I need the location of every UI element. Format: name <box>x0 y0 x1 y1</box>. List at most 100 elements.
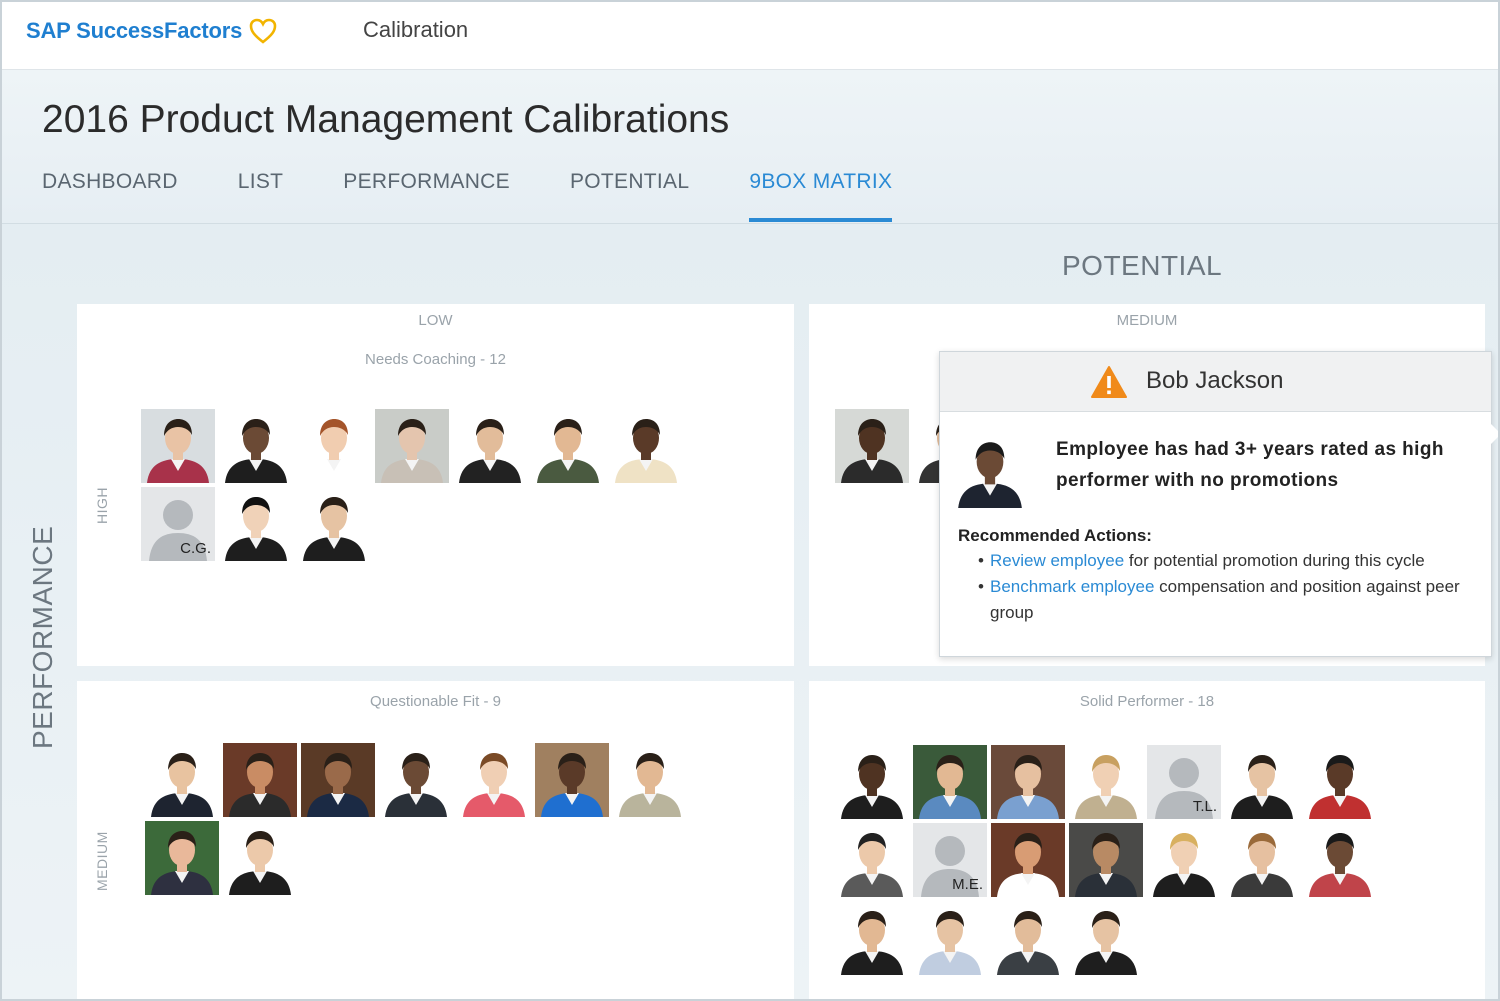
recommended-actions-list: Review employee for potential promotion … <box>978 548 1478 626</box>
person-silhouette-icon <box>991 745 1065 819</box>
employee-photo-grid: T.L. M.E. <box>835 745 1377 975</box>
employee-photo[interactable] <box>457 743 531 817</box>
tab-bar: DASHBOARD LIST PERFORMANCE POTENTIAL 9BO… <box>42 170 952 222</box>
tab-performance[interactable]: PERFORMANCE <box>343 170 510 222</box>
employee-photo[interactable] <box>609 409 683 483</box>
employee-photo[interactable] <box>535 743 609 817</box>
person-silhouette-icon <box>1069 823 1143 897</box>
person-silhouette-icon <box>1225 745 1299 819</box>
person-silhouette-icon <box>219 487 293 561</box>
alert-message: Employee has had 3+ years rated as high … <box>1056 439 1444 491</box>
employee-name: Bob Jackson <box>1146 367 1284 394</box>
person-silhouette-icon <box>835 901 909 975</box>
employee-photo[interactable] <box>1147 823 1221 897</box>
employee-photo-placeholder[interactable]: M.E. <box>913 823 987 897</box>
recommended-actions-label: Recommended Actions: <box>958 526 1152 545</box>
page-title: 2016 Product Management Calibrations <box>42 98 730 141</box>
tab-dashboard[interactable]: DASHBOARD <box>42 170 178 222</box>
employee-photo[interactable] <box>219 409 293 483</box>
employee-photo[interactable] <box>145 821 219 895</box>
employee-photo-placeholder[interactable]: T.L. <box>1147 745 1221 819</box>
employee-avatar <box>952 432 1028 508</box>
logo[interactable]: SAP SuccessFactors <box>26 16 278 46</box>
heart-icon <box>249 18 277 44</box>
employee-photo[interactable] <box>453 409 527 483</box>
employee-alert-popover: Bob Jackson Employee has had 3+ years ra… <box>939 351 1498 657</box>
employee-photo[interactable] <box>1303 745 1377 819</box>
employee-photo[interactable] <box>145 743 219 817</box>
person-silhouette-icon <box>613 743 687 817</box>
tab-list[interactable]: LIST <box>238 170 284 222</box>
employee-photo[interactable] <box>991 745 1065 819</box>
person-silhouette-icon <box>141 409 215 483</box>
person-silhouette-icon <box>145 743 219 817</box>
person-silhouette-icon <box>1069 901 1143 975</box>
employee-photo[interactable] <box>913 901 987 975</box>
employee-photo[interactable] <box>219 487 293 561</box>
person-silhouette-icon <box>1303 823 1377 897</box>
app-title[interactable]: Calibration <box>363 17 468 43</box>
benchmark-employee-link[interactable]: Benchmark employee <box>990 577 1154 596</box>
review-employee-link[interactable]: Review employee <box>990 551 1124 570</box>
employee-photo[interactable] <box>297 409 371 483</box>
employee-photo[interactable] <box>835 745 909 819</box>
person-silhouette-icon <box>297 409 371 483</box>
action-item: Review employee for potential promotion … <box>978 548 1478 574</box>
person-silhouette-icon <box>835 823 909 897</box>
employee-photo[interactable] <box>1303 823 1377 897</box>
employee-photo[interactable] <box>613 743 687 817</box>
box-title: Questionable Fit - 9 <box>370 693 501 710</box>
person-silhouette-icon <box>835 409 909 483</box>
row-label-high: HIGH <box>94 487 110 524</box>
logo-text: SAP SuccessFactors <box>26 18 243 43</box>
employee-photo-grid <box>145 743 687 895</box>
tab-9box-matrix[interactable]: 9BOX MATRIX <box>749 170 893 222</box>
employee-photo[interactable] <box>835 409 909 483</box>
employee-photo[interactable] <box>835 901 909 975</box>
employee-photo[interactable] <box>301 743 375 817</box>
employee-photo[interactable] <box>835 823 909 897</box>
box-questionable-fit: Questionable Fit - 9 MEDIUM <box>77 681 794 999</box>
employee-initials: T.L. <box>1192 798 1217 815</box>
tab-potential[interactable]: POTENTIAL <box>570 170 689 222</box>
person-silhouette-icon <box>457 743 531 817</box>
employee-initials: C.G. <box>180 540 211 557</box>
column-label-medium: MEDIUM <box>1116 312 1178 329</box>
person-silhouette-icon <box>1225 823 1299 897</box>
popover-header: Bob Jackson <box>940 352 1491 412</box>
employee-photo-placeholder[interactable]: C.G. <box>141 487 215 561</box>
employee-photo[interactable] <box>1069 823 1143 897</box>
employee-photo[interactable] <box>531 409 605 483</box>
person-silhouette-icon <box>991 823 1065 897</box>
person-silhouette-icon <box>1147 823 1221 897</box>
row-label-medium: MEDIUM <box>94 831 110 891</box>
person-silhouette-icon <box>913 901 987 975</box>
person-silhouette-icon <box>219 409 293 483</box>
employee-photo[interactable] <box>913 745 987 819</box>
app-window: SAP SuccessFactors Calibration 2016 Prod… <box>0 0 1500 1001</box>
person-silhouette-icon <box>609 409 683 483</box>
person-silhouette-icon <box>297 487 371 561</box>
column-label-low: LOW <box>418 312 453 329</box>
employee-photo[interactable] <box>991 901 1065 975</box>
performance-axis-label: PERFORMANCE <box>27 525 58 749</box>
employee-photo[interactable] <box>141 409 215 483</box>
employee-photo[interactable] <box>1069 745 1143 819</box>
person-silhouette-icon <box>1069 745 1143 819</box>
employee-photo[interactable] <box>223 821 297 895</box>
person-silhouette-icon <box>535 743 609 817</box>
person-silhouette-icon <box>145 821 219 895</box>
person-silhouette-icon <box>379 743 453 817</box>
person-silhouette-icon <box>1303 745 1377 819</box>
employee-photo[interactable] <box>991 823 1065 897</box>
employee-photo[interactable] <box>223 743 297 817</box>
employee-photo[interactable] <box>297 487 371 561</box>
employee-photo[interactable] <box>1225 745 1299 819</box>
box-title: Needs Coaching - 12 <box>365 351 506 368</box>
employee-photo[interactable] <box>375 409 449 483</box>
employee-photo[interactable] <box>1225 823 1299 897</box>
action-text: for potential promotion during this cycl… <box>1124 551 1425 570</box>
employee-photo[interactable] <box>1069 901 1143 975</box>
employee-photo[interactable] <box>379 743 453 817</box>
employee-initials: M.E. <box>952 876 983 893</box>
